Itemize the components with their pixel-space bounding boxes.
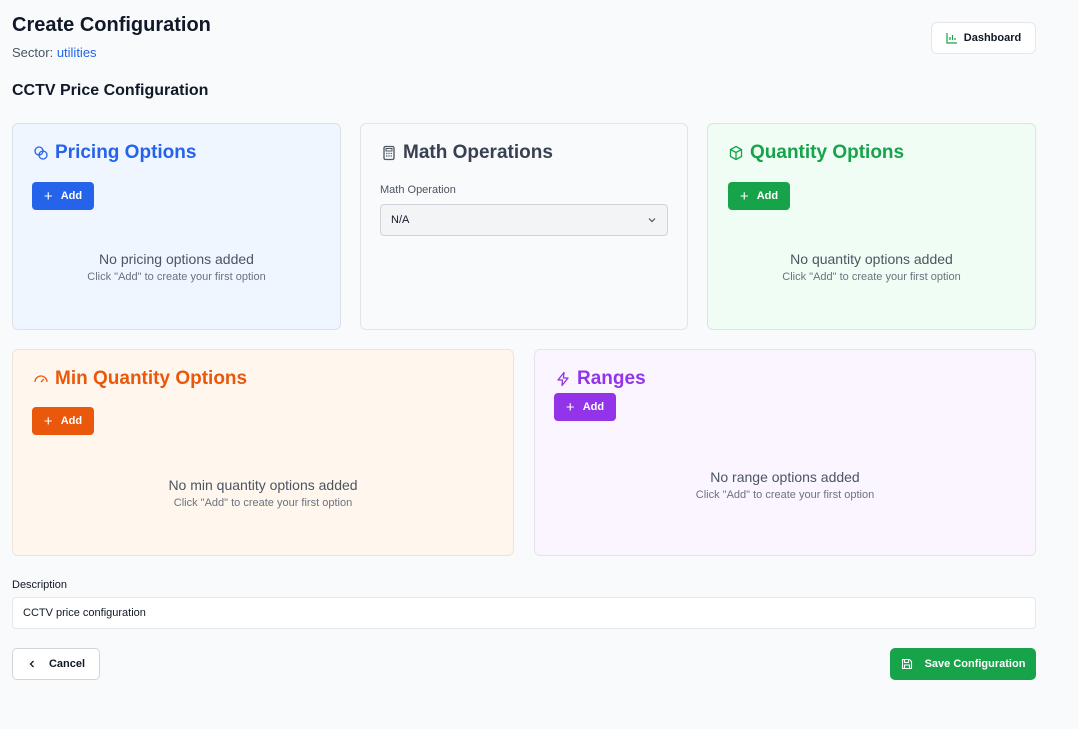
cancel-label: Cancel — [48, 658, 86, 670]
plus-icon: + — [739, 187, 749, 205]
math-operation-select[interactable]: N/A — [380, 204, 668, 236]
chevron-down-icon — [648, 218, 656, 223]
gauge-icon — [34, 375, 48, 383]
zap-icon — [557, 371, 569, 387]
description-label: Description — [12, 579, 68, 591]
dashboard-label: Dashboard — [963, 32, 1022, 44]
ranges-card: Ranges + Add No range options added Clic… — [534, 349, 1036, 556]
cancel-button[interactable]: Cancel — [12, 648, 100, 680]
plus-icon: + — [43, 187, 53, 205]
add-label: Add — [756, 190, 779, 202]
add-quantity-button[interactable]: + Add — [728, 182, 790, 210]
min-quantity-empty-state: No min quantity options added Click "Add… — [13, 477, 513, 509]
empty-main-text: No pricing options added — [99, 251, 254, 267]
calculator-icon — [383, 145, 395, 161]
coins-icon — [34, 146, 48, 160]
section-title: CCTV Price Configuration — [12, 82, 209, 99]
quantity-options-title: Quantity Options — [728, 142, 904, 164]
empty-sub-text: Click "Add" to create your first option — [782, 271, 961, 283]
min-quantity-options-title: Min Quantity Options — [33, 368, 247, 390]
quantity-options-card: Quantity Options + Add No quantity optio… — [707, 123, 1036, 330]
min-quantity-options-card: Min Quantity Options + Add No min quanti… — [12, 349, 514, 556]
pricing-options-title: Pricing Options — [33, 142, 196, 164]
empty-main-text: No min quantity options added — [168, 477, 358, 493]
description-input[interactable] — [12, 597, 1036, 629]
math-operations-card: Math Operations Math Operation N/A — [360, 123, 688, 330]
ranges-title: Ranges — [555, 368, 646, 390]
sector-line: Sector: utilities — [12, 45, 211, 60]
bar-chart-icon — [946, 33, 957, 44]
add-label: Add — [582, 401, 605, 413]
page-header: Create Configuration Sector: utilities — [12, 14, 211, 60]
add-range-button[interactable]: + Add — [554, 393, 616, 421]
empty-sub-text: Click "Add" to create your first option — [695, 489, 875, 501]
save-configuration-button[interactable]: Save Configuration — [890, 648, 1036, 680]
chevron-left-icon — [29, 660, 34, 668]
math-operation-value: N/A — [391, 214, 410, 226]
math-operations-title-text: Math Operations — [403, 142, 553, 163]
quantity-empty-state: No quantity options added Click "Add" to… — [708, 251, 1035, 283]
add-min-quantity-button[interactable]: + Add — [32, 407, 94, 435]
sector-link[interactable]: utilities — [57, 45, 97, 60]
add-label: Add — [60, 415, 83, 427]
pricing-empty-state: No pricing options added Click "Add" to … — [13, 251, 340, 283]
plus-icon: + — [565, 398, 575, 416]
add-pricing-button[interactable]: + Add — [32, 182, 94, 210]
package-icon — [729, 145, 743, 161]
pricing-options-card: Pricing Options + Add No pricing options… — [12, 123, 341, 330]
min-quantity-options-title-text: Min Quantity Options — [55, 368, 248, 389]
math-operation-label: Math Operation — [380, 184, 456, 196]
save-icon — [901, 658, 912, 670]
quantity-options-title-text: Quantity Options — [750, 142, 905, 163]
empty-main-text: No quantity options added — [790, 251, 953, 267]
empty-sub-text: Click "Add" to create your first option — [87, 271, 266, 283]
pricing-options-title-text: Pricing Options — [55, 142, 197, 163]
ranges-title-text: Ranges — [577, 368, 646, 389]
empty-main-text: No range options added — [710, 469, 860, 485]
empty-sub-text: Click "Add" to create your first option — [173, 497, 353, 509]
page-title: Create Configuration — [12, 14, 211, 36]
dashboard-button[interactable]: Dashboard — [931, 22, 1036, 54]
sector-label: Sector: — [12, 45, 54, 60]
save-label: Save Configuration — [924, 658, 1026, 670]
plus-icon: + — [43, 412, 53, 430]
add-label: Add — [60, 190, 83, 202]
ranges-empty-state: No range options added Click "Add" to cr… — [535, 469, 1035, 501]
math-operations-title: Math Operations — [381, 142, 553, 164]
